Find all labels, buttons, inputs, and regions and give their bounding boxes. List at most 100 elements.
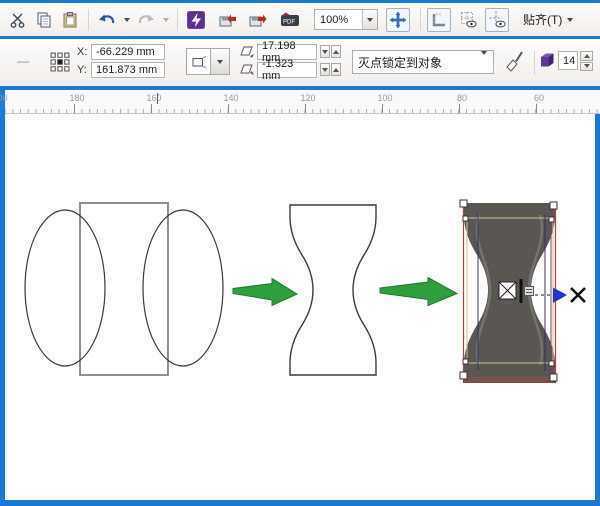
- publish-pdf-icon: PDF: [281, 12, 299, 26]
- depth-slider-knob[interactable]: [524, 286, 534, 296]
- extruded-lens-object[interactable]: [459, 199, 586, 383]
- handle-back-bottom-left[interactable]: [462, 358, 469, 365]
- vp-offset-h-spinner[interactable]: [320, 45, 341, 58]
- vp-y-value: 161.873 mm: [96, 64, 158, 76]
- zoom-level-combobox[interactable]: 100%: [314, 9, 378, 30]
- vp-mode-select[interactable]: 灭点锁定到对象: [352, 50, 494, 74]
- ruler-label: 140: [223, 93, 239, 103]
- ruler-label: 160: [146, 93, 162, 103]
- extrusion-type-dropdown-button[interactable]: [210, 48, 230, 75]
- zoom-level-value: 100%: [320, 13, 349, 26]
- vp-x-field[interactable]: -66.229 mm: [91, 44, 165, 60]
- chevron-down-icon: [367, 17, 373, 22]
- green-arrow-2[interactable]: [380, 277, 457, 306]
- depth-slider-bar[interactable]: [519, 279, 523, 303]
- toolbar-separator: [88, 8, 89, 31]
- copy-button[interactable]: [32, 8, 56, 32]
- ruler-label: 80: [456, 93, 468, 103]
- anchor-grid-control[interactable]: [50, 52, 70, 75]
- zoom-fit-button[interactable]: [386, 7, 410, 32]
- ruler-cursor-marker: [157, 93, 158, 104]
- show-guidelines-button[interactable]: [485, 7, 509, 32]
- vp-offset-h-icon: [240, 44, 255, 61]
- extrusion-type-icon: [192, 55, 206, 68]
- handle-back-top-left[interactable]: [462, 215, 469, 222]
- undo-icon: [99, 14, 115, 23]
- window-border-bottom: [0, 500, 600, 506]
- spinner-up-icon: [333, 49, 339, 54]
- handle-back-bottom-right[interactable]: [548, 360, 555, 367]
- horizontal-ruler[interactable]: 200 180 160 140 120 100 80 60: [0, 90, 600, 114]
- show-rulers-button[interactable]: [427, 7, 451, 32]
- handle-bottom-left[interactable]: [459, 371, 468, 380]
- ruler-label: 100: [377, 93, 393, 103]
- vp-y-field[interactable]: 161.873 mm: [91, 62, 165, 78]
- toolbar-separator: [420, 8, 421, 31]
- ruler-label: 200: [0, 93, 8, 103]
- cut-icon: [10, 13, 25, 28]
- left-ellipse-object[interactable]: [24, 209, 106, 367]
- undo-button[interactable]: [95, 8, 119, 32]
- handle-back-top-right[interactable]: [548, 216, 555, 223]
- grid-icon: [460, 12, 477, 28]
- vp-x-value: -66.229 mm: [96, 46, 155, 58]
- vp-direction-arrow[interactable]: [553, 287, 567, 304]
- depth-spinner[interactable]: [580, 51, 593, 71]
- chevron-down-icon: [162, 17, 169, 22]
- export-icon: [249, 14, 267, 26]
- vp-offset-v-value: -1.323 mm: [262, 58, 294, 82]
- redo-button[interactable]: [134, 8, 158, 32]
- snap-to-dropdown[interactable]: 贴齐(T): [517, 9, 579, 30]
- app-launcher-button[interactable]: [184, 8, 208, 32]
- extrusion-type-button[interactable]: [186, 48, 211, 75]
- spinner-up-icon: [333, 67, 339, 72]
- toolbar-separator: [534, 51, 535, 75]
- minus-label: —: [17, 54, 29, 68]
- handle-top-right[interactable]: [549, 201, 558, 210]
- vp-mode-value: 灭点锁定到对象: [358, 55, 443, 70]
- copy-vp-button[interactable]: [503, 49, 525, 76]
- copy-vp-icon: [506, 51, 523, 72]
- paste-button[interactable]: [58, 8, 82, 32]
- chevron-down-icon: [567, 17, 574, 22]
- cut-button[interactable]: [6, 8, 30, 32]
- publish-pdf-button[interactable]: PDF: [276, 8, 304, 32]
- handle-bottom-right[interactable]: [549, 373, 558, 382]
- vanishing-point-marker[interactable]: [570, 287, 586, 303]
- app-window: PDF 100% 贴齐(T) — X: -66.229 mm Y: 161.87…: [0, 0, 600, 506]
- anchor-grid-icon: [50, 52, 70, 72]
- vp-y-label: Y:: [77, 64, 87, 76]
- ruler-label: 60: [533, 93, 545, 103]
- export-button[interactable]: [246, 8, 270, 32]
- right-ellipse-object[interactable]: [142, 209, 224, 367]
- rectangle-object[interactable]: [79, 202, 169, 376]
- green-arrow-1[interactable]: [233, 278, 297, 306]
- zoom-dropdown-button[interactable]: [362, 10, 377, 29]
- vp-offset-v-spinner[interactable]: [320, 63, 341, 76]
- toolbar-separator: [177, 8, 178, 31]
- redo-icon: [138, 14, 154, 23]
- show-grid-button[interactable]: [456, 8, 480, 32]
- handle-top-left[interactable]: [459, 199, 468, 208]
- ruler-label: 120: [300, 93, 316, 103]
- extrude-interactive-control[interactable]: [498, 279, 586, 304]
- chevron-down-icon: [481, 51, 487, 69]
- vp-offset-v-icon: [240, 62, 255, 79]
- remove-preset-button[interactable]: —: [13, 53, 33, 69]
- app-launcher-icon: [187, 10, 205, 29]
- undo-dropdown-button[interactable]: [121, 8, 132, 32]
- vp-offset-v-field[interactable]: -1.323 mm: [257, 58, 317, 82]
- redo-dropdown-button[interactable]: [160, 8, 171, 32]
- depth-field[interactable]: 14: [558, 51, 578, 70]
- chevron-down-icon: [217, 59, 223, 64]
- guidelines-icon: [489, 11, 506, 28]
- lens-path[interactable]: [289, 204, 377, 376]
- paste-icon: [63, 11, 77, 27]
- drawing-canvas[interactable]: [0, 114, 600, 500]
- rulers-icon: [432, 12, 445, 26]
- pdf-label: PDF: [283, 19, 295, 25]
- import-button[interactable]: [216, 8, 240, 32]
- extrude-property-bar: — X: -66.229 mm Y: 161.873 mm 17.198 mm …: [0, 39, 600, 86]
- vp-x-label: X:: [77, 46, 88, 58]
- trimmed-lens-object[interactable]: [289, 204, 377, 376]
